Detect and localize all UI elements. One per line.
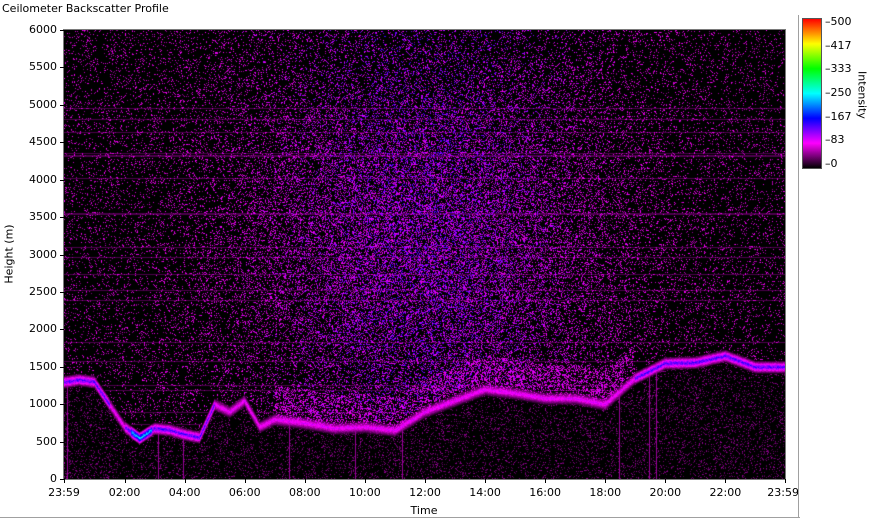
- x-tick-label: 14:00: [469, 486, 501, 499]
- y-tick-label: 4500: [29, 135, 57, 149]
- backscatter-heatmap: [64, 30, 785, 479]
- y-tick-mark: [60, 142, 64, 143]
- colorbar: [803, 19, 821, 168]
- y-tick-label: 6000: [29, 23, 57, 36]
- y-tick-mark: [60, 292, 64, 293]
- y-tick-mark: [60, 105, 64, 106]
- colorbar-tick-label: –83: [825, 133, 845, 147]
- colorbar-tick-label: –250: [825, 86, 852, 99]
- y-tick-mark: [60, 404, 64, 405]
- x-tick-label: 18:00: [589, 486, 622, 499]
- x-tick-mark: [64, 479, 65, 483]
- x-tick-label: 10:00: [349, 486, 381, 499]
- y-tick-label: 3500: [29, 210, 57, 224]
- x-tick-mark: [425, 479, 426, 483]
- x-tick-label: 23:59: [48, 486, 80, 499]
- y-tick-mark: [60, 442, 64, 443]
- colorbar-tick-label: –0: [825, 157, 838, 170]
- x-tick-mark: [545, 479, 546, 483]
- colorbar-label: Intensity: [855, 71, 869, 119]
- x-tick-mark: [665, 479, 666, 483]
- window-title: Ceilometer Backscatter Profile: [2, 2, 169, 15]
- colorbar-tick-label: –500: [825, 15, 852, 28]
- y-tick-label: 4000: [29, 172, 57, 186]
- x-tick-label: 22:00: [709, 486, 742, 499]
- y-tick-label: 5500: [29, 60, 57, 74]
- x-tick-label: 20:00: [649, 486, 682, 499]
- x-tick-mark: [185, 479, 186, 483]
- x-tick-mark: [125, 479, 126, 483]
- x-tick-mark: [485, 479, 486, 483]
- y-tick-label: 2000: [29, 322, 57, 336]
- y-tick-mark: [60, 367, 64, 368]
- y-tick-label: 500: [36, 434, 57, 448]
- x-tick-mark: [785, 479, 786, 483]
- x-tick-mark: [725, 479, 726, 483]
- x-tick-label: 06:00: [228, 486, 261, 499]
- colorbar-tick-label: –333: [825, 62, 852, 76]
- panel-divider: [798, 15, 799, 517]
- x-tick-label: 12:00: [409, 486, 441, 499]
- y-tick-mark: [60, 180, 64, 181]
- x-axis-label: Time: [410, 504, 438, 517]
- y-tick-mark: [60, 217, 64, 218]
- x-tick-label: 04:00: [168, 486, 201, 499]
- colorbar-tick-label: –417: [825, 38, 852, 52]
- y-tick-mark: [60, 30, 64, 31]
- x-tick-label: 02:00: [108, 486, 141, 499]
- x-tick-mark: [305, 479, 306, 483]
- y-tick-label: 0: [50, 472, 57, 485]
- panel-divider-bottom: [0, 517, 800, 518]
- y-tick-label: 3000: [29, 247, 57, 261]
- y-tick-mark: [60, 255, 64, 256]
- x-tick-mark: [245, 479, 246, 483]
- y-tick-label: 2500: [29, 284, 57, 298]
- x-tick-label: 23:59: [767, 486, 799, 499]
- x-tick-label: 08:00: [288, 486, 321, 499]
- x-tick-label: 16:00: [529, 486, 561, 499]
- y-tick-mark: [60, 67, 64, 68]
- colorbar-tick-label: –167: [825, 109, 852, 123]
- x-tick-mark: [605, 479, 606, 483]
- y-tick-label: 5000: [29, 97, 57, 111]
- y-tick-label: 1500: [29, 359, 57, 373]
- y-tick-mark: [60, 329, 64, 330]
- x-tick-mark: [365, 479, 366, 483]
- y-tick-label: 1000: [29, 397, 57, 411]
